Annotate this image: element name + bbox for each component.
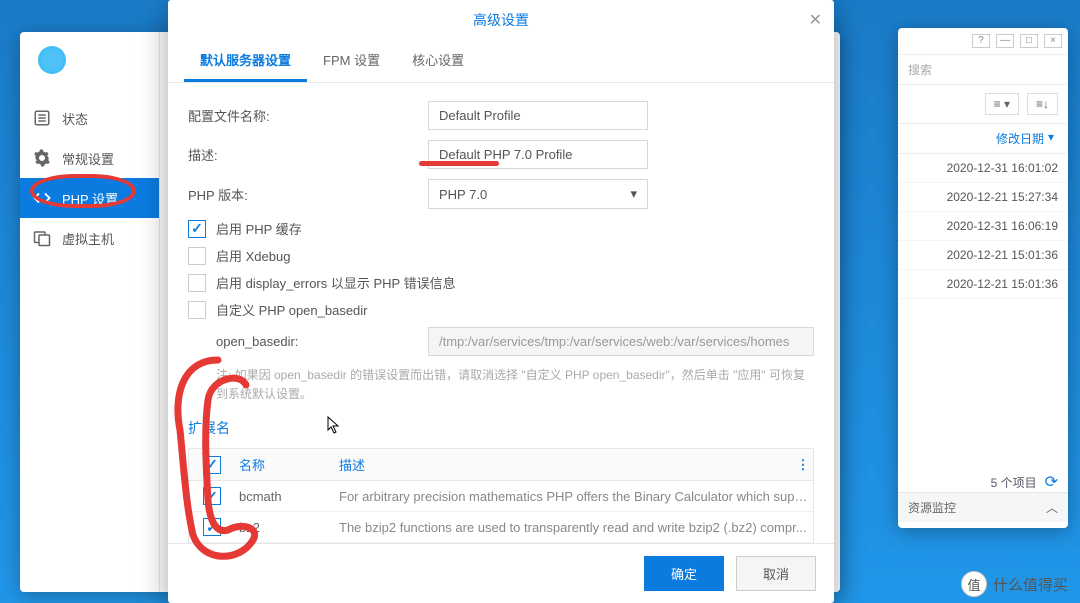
- watermark: 值 什么值得买: [961, 571, 1068, 597]
- name-column-header[interactable]: 名称: [235, 449, 335, 480]
- cancel-button[interactable]: 取消: [736, 556, 816, 591]
- view-mode-button[interactable]: ≡ ▾: [985, 93, 1019, 115]
- file-row[interactable]: 2020-12-21 15:01:36: [898, 270, 1068, 299]
- open-basedir-label: 自定义 PHP open_basedir: [216, 300, 368, 319]
- desc-column-header[interactable]: 描述: [335, 449, 793, 480]
- file-header[interactable]: 修改日期 ▾: [898, 124, 1068, 154]
- file-toolbar: ≡ ▾ ≡↓: [898, 85, 1068, 124]
- select-all-checkbox[interactable]: [203, 456, 221, 474]
- extension-desc: The bzip2 functions are used to transpar…: [335, 514, 813, 541]
- modal-title: 高级设置: [178, 10, 824, 30]
- code-icon: [32, 188, 52, 208]
- help-button[interactable]: ?: [972, 34, 990, 48]
- sidebar-item-status[interactable]: 状态: [20, 98, 159, 138]
- close-icon[interactable]: ✕: [809, 10, 822, 30]
- open-basedir-checkbox[interactable]: [188, 301, 206, 319]
- profile-name-label: 配置文件名称:: [188, 106, 428, 125]
- version-select[interactable]: PHP 7.0 ▾: [428, 179, 648, 209]
- file-row[interactable]: 2020-12-31 16:06:19: [898, 212, 1068, 241]
- date-column-header: 修改日期: [996, 130, 1044, 147]
- extension-row[interactable]: bz2 The bzip2 functions are used to tran…: [189, 512, 813, 543]
- file-footer: 5 个项目 ⟳: [991, 472, 1058, 492]
- file-window: ? — □ × 搜索 ≡ ▾ ≡↓ 修改日期 ▾ 2020-12-31 16:0…: [898, 28, 1068, 528]
- tab-default-server[interactable]: 默认服务器设置: [184, 40, 307, 82]
- ok-button[interactable]: 确定: [644, 556, 724, 591]
- advanced-settings-modal: 高级设置 ✕ 默认服务器设置 FPM 设置 核心设置 配置文件名称: 描述: P…: [168, 0, 834, 603]
- extensions-header-row: 名称 描述 ⋮: [189, 449, 813, 481]
- sidebar-item-label: PHP 设置: [62, 189, 118, 208]
- php-cache-label: 启用 PHP 缓存: [216, 219, 302, 238]
- extension-name: bcmath: [235, 483, 335, 510]
- extensions-title: 扩展名: [188, 418, 814, 438]
- extension-checkbox[interactable]: [203, 518, 221, 536]
- display-errors-label: 启用 display_errors 以显示 PHP 错误信息: [216, 273, 456, 292]
- sidebar: 状态 常规设置 PHP 设置 虚拟主机: [20, 32, 160, 592]
- extension-checkbox[interactable]: [203, 487, 221, 505]
- gear-icon: [32, 148, 52, 168]
- modal-header: 高级设置 ✕: [168, 0, 834, 40]
- open-basedir-input: [428, 327, 814, 356]
- desc-label: 描述:: [188, 145, 428, 164]
- extension-name: bz2: [235, 514, 335, 541]
- watermark-icon: 值: [961, 571, 987, 597]
- minimize-button[interactable]: —: [996, 34, 1014, 48]
- php-cache-checkbox[interactable]: [188, 220, 206, 238]
- sidebar-item-general[interactable]: 常规设置: [20, 138, 159, 178]
- tab-core[interactable]: 核心设置: [396, 40, 480, 82]
- desc-input[interactable]: [428, 140, 648, 169]
- maximize-button[interactable]: □: [1020, 34, 1038, 48]
- extensions-table: 名称 描述 ⋮ bcmath For arbitrary precision m…: [188, 448, 814, 543]
- watermark-text: 什么值得买: [993, 574, 1068, 595]
- extension-desc: For arbitrary precision mathematics PHP …: [335, 483, 813, 510]
- xdebug-label: 启用 Xdebug: [216, 246, 290, 265]
- xdebug-checkbox[interactable]: [188, 247, 206, 265]
- sidebar-item-label: 常规设置: [62, 149, 114, 168]
- display-errors-checkbox[interactable]: [188, 274, 206, 292]
- refresh-icon[interactable]: ⟳: [1045, 472, 1058, 492]
- chevron-down-icon: ▾: [630, 186, 637, 202]
- file-row[interactable]: 2020-12-31 16:01:02: [898, 154, 1068, 183]
- more-icon[interactable]: ⋮: [793, 457, 813, 473]
- close-button[interactable]: ×: [1044, 34, 1062, 48]
- sidebar-item-vhost[interactable]: 虚拟主机: [20, 218, 159, 258]
- version-label: PHP 版本:: [188, 185, 428, 204]
- file-row[interactable]: 2020-12-21 15:01:36: [898, 241, 1068, 270]
- sort-arrow-icon: ▾: [1048, 130, 1054, 147]
- sidebar-item-label: 状态: [62, 109, 88, 128]
- version-value: PHP 7.0: [439, 187, 487, 202]
- profile-name-input[interactable]: [428, 101, 648, 130]
- modal-footer: 确定 取消: [168, 543, 834, 603]
- modal-body: 配置文件名称: 描述: PHP 版本: PHP 7.0 ▾ 启用 PHP 缓存 …: [168, 83, 834, 543]
- server-icon: [32, 228, 52, 248]
- item-count: 5 个项目: [991, 474, 1037, 491]
- search-input[interactable]: 搜索: [898, 55, 1068, 85]
- window-controls: ? — □ ×: [898, 28, 1068, 55]
- open-basedir-note: 注: 如果因 open_basedir 的错误设置而出错，请取消选择 "自定义 …: [216, 366, 814, 404]
- extension-row[interactable]: bcmath For arbitrary precision mathemati…: [189, 481, 813, 512]
- sidebar-item-label: 虚拟主机: [62, 229, 114, 248]
- status-icon: [32, 108, 52, 128]
- modal-tabs: 默认服务器设置 FPM 设置 核心设置: [168, 40, 834, 83]
- sort-button[interactable]: ≡↓: [1027, 93, 1058, 115]
- monitor-label: 资源监控: [908, 499, 956, 516]
- open-basedir-field-label: open_basedir:: [216, 334, 428, 349]
- sidebar-item-php[interactable]: PHP 设置: [20, 178, 159, 218]
- tab-fpm[interactable]: FPM 设置: [307, 40, 396, 82]
- resource-monitor-bar: 资源监控 ︿: [898, 492, 1068, 522]
- file-row[interactable]: 2020-12-21 15:27:34: [898, 183, 1068, 212]
- app-logo: [38, 46, 66, 74]
- expand-icon[interactable]: ︿: [1046, 499, 1058, 516]
